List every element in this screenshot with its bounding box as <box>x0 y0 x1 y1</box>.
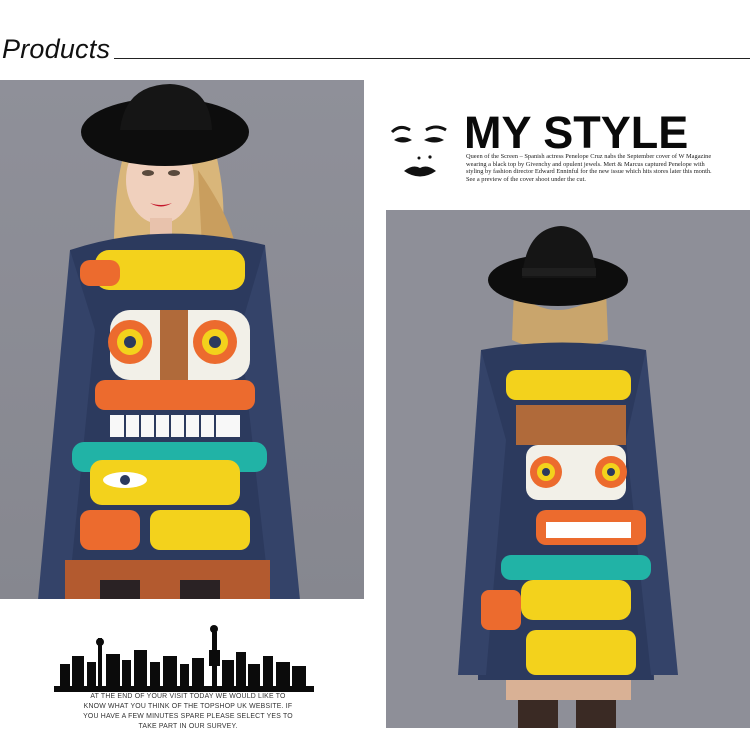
magazine-caption: Queen of the Screen – Spanish actress Pe… <box>466 153 712 183</box>
woman-face-sketch-icon <box>386 114 456 184</box>
product-photo-back <box>386 210 750 728</box>
product-photo-front <box>0 80 364 599</box>
magazine-title: MY STYLE <box>464 107 689 158</box>
city-skyline-silhouette-icon <box>54 620 314 694</box>
header-title: Products <box>2 34 111 64</box>
header-divider <box>114 58 750 59</box>
survey-caption: AT THE END OF YOUR VISIT TODAY WE WOULD … <box>83 693 293 730</box>
